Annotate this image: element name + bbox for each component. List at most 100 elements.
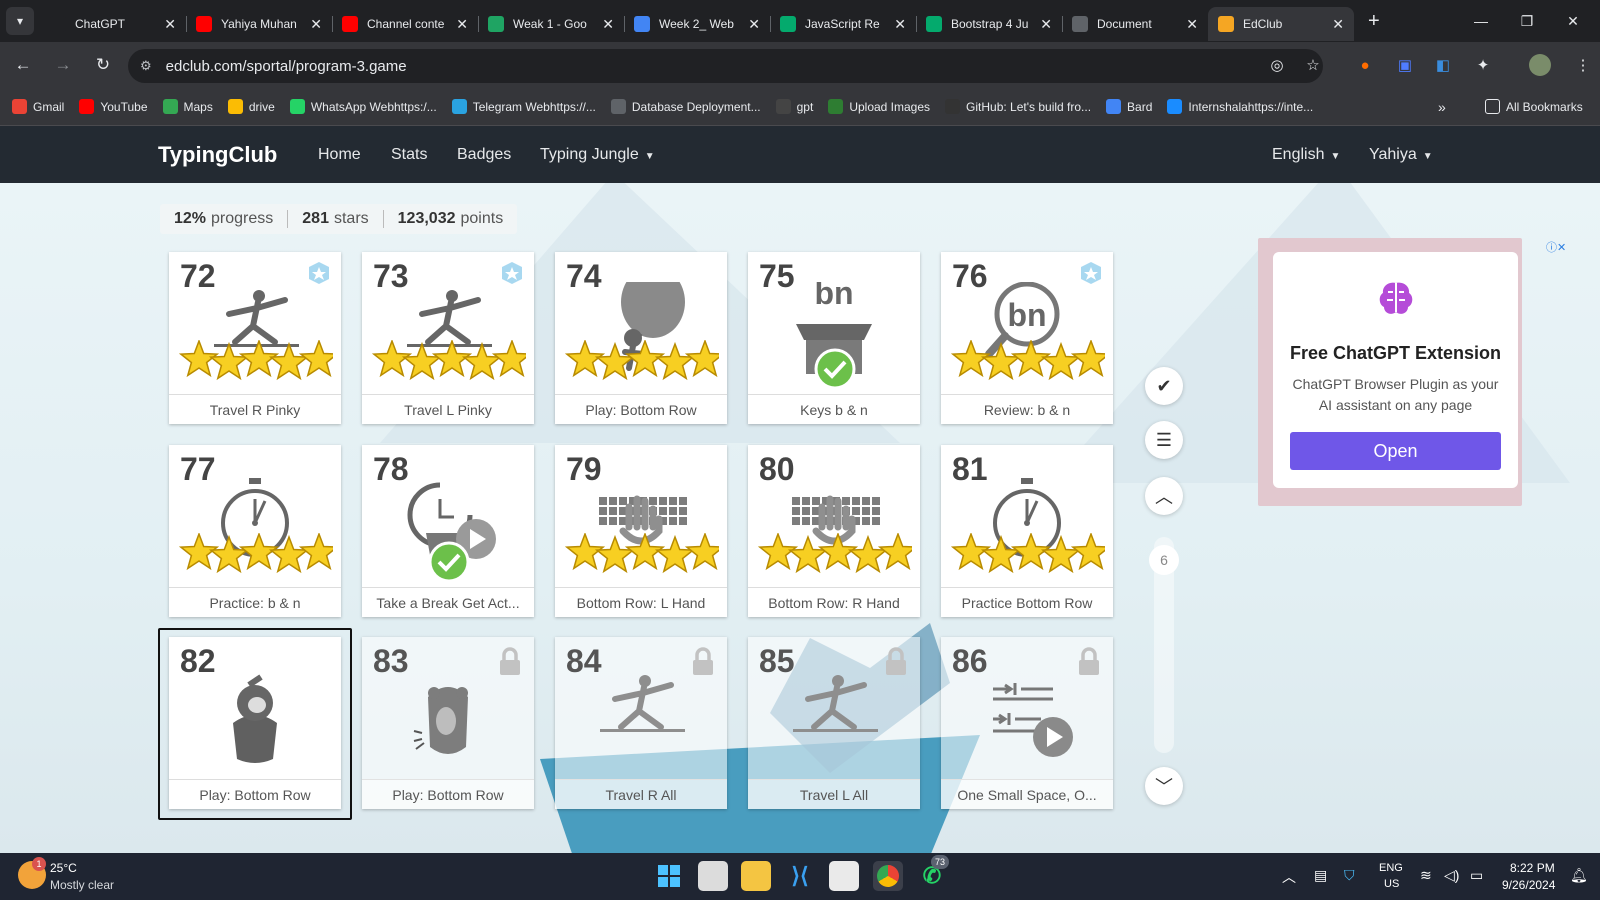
language-dropdown[interactable]: English ▼ xyxy=(1272,146,1340,164)
security-shield-icon[interactable]: ⛉ xyxy=(1344,867,1355,884)
network-icon[interactable]: ▤ xyxy=(1314,867,1327,884)
lesson-card-86[interactable]: 86 One Small Space, O... xyxy=(941,637,1113,809)
bookmark-item[interactable]: Internshalahttps://inte... xyxy=(1167,99,1313,114)
star-rating xyxy=(757,533,912,574)
user-menu[interactable]: Yahiya ▼ xyxy=(1369,146,1433,164)
tab-search-button[interactable]: ▾ xyxy=(6,7,34,35)
start-button[interactable] xyxy=(654,861,684,891)
bookmark-item[interactable]: gpt xyxy=(775,99,813,114)
file-explorer-icon[interactable] xyxy=(741,861,771,891)
ad-close-icon[interactable]: ⓘ✕ xyxy=(1546,239,1566,255)
site-logo[interactable]: TypingClub xyxy=(158,142,277,168)
bookmark-label: Gmail xyxy=(33,99,65,114)
lesson-card-72[interactable]: 72 Travel R Pinky xyxy=(169,252,341,424)
lesson-card-80[interactable]: 80 Bottom Row: R Hand xyxy=(748,445,920,617)
ad-card[interactable]: Free ChatGPT Extension ChatGPT Browser P… xyxy=(1273,252,1518,488)
chrome-icon[interactable] xyxy=(873,861,903,891)
ad-open-button[interactable]: Open xyxy=(1290,432,1501,470)
browser-tab[interactable]: Weak 1 - Goo ✕ xyxy=(478,7,624,41)
bookmark-item[interactable]: Telegram Webhttps://... xyxy=(451,99,596,114)
browser-tab[interactable]: EdClub ✕ xyxy=(1208,7,1354,41)
store-icon[interactable] xyxy=(829,861,859,891)
back-button[interactable]: ← xyxy=(6,48,40,82)
address-bar[interactable]: ⚙ edclub.com/sportal/program-3.game xyxy=(128,49,1323,83)
close-tab-icon[interactable]: ✕ xyxy=(1186,16,1198,33)
vscode-icon[interactable]: ⟩⟨ xyxy=(785,861,815,891)
lesson-card-77[interactable]: 77 Practice: b & n xyxy=(169,445,341,617)
notification-bell-icon[interactable]: 🔔︎ xyxy=(1570,867,1588,884)
nav-home[interactable]: Home xyxy=(318,146,361,164)
menu-button[interactable]: ☰ xyxy=(1145,421,1183,459)
lesson-card-76[interactable]: bn 76 Review: b & n xyxy=(941,252,1113,424)
close-tab-icon[interactable]: ✕ xyxy=(1040,16,1052,33)
clock-date[interactable]: 9/26/2024 xyxy=(1502,878,1555,892)
task-view-icon[interactable] xyxy=(698,861,728,891)
bookmark-item[interactable]: Gmail xyxy=(12,99,64,114)
lesson-label: Practice: b & n xyxy=(169,587,341,617)
close-tab-icon[interactable]: ✕ xyxy=(456,16,468,33)
close-tab-icon[interactable]: ✕ xyxy=(748,16,760,33)
scroll-up-button[interactable]: ︿ xyxy=(1145,477,1183,515)
lesson-card-74[interactable]: 74 Play: Bottom Row xyxy=(555,252,727,424)
more-bookmarks-icon[interactable]: » xyxy=(1438,99,1446,115)
battery-icon[interactable]: ▭ xyxy=(1470,867,1483,884)
browser-tab[interactable]: Week 2_ Web ✕ xyxy=(624,7,770,41)
bookmark-item[interactable]: Bard xyxy=(1106,99,1152,114)
close-tab-icon[interactable]: ✕ xyxy=(164,16,176,33)
lesson-card-84[interactable]: 84 Travel R All xyxy=(555,637,727,809)
nav-typing-jungle[interactable]: Typing Jungle ▼ xyxy=(540,146,655,164)
site-settings-icon[interactable]: ⚙ xyxy=(140,58,152,74)
bookmark-item[interactable]: Upload Images xyxy=(828,99,930,114)
bookmark-item[interactable]: YouTube xyxy=(79,99,148,114)
kebab-menu-icon[interactable]: ⋮ xyxy=(1568,50,1598,80)
lesson-card-81[interactable]: 81 Practice Bottom Row xyxy=(941,445,1113,617)
forward-button[interactable]: → xyxy=(46,48,80,82)
lesson-card-79[interactable]: 79 Bottom Row: L Hand xyxy=(555,445,727,617)
scroll-down-button[interactable]: ﹀ xyxy=(1145,767,1183,805)
restore-button[interactable]: ❐ xyxy=(1504,0,1550,42)
clock-time[interactable]: 8:22 PM xyxy=(1510,861,1555,875)
profile-avatar[interactable] xyxy=(1525,50,1555,80)
close-tab-icon[interactable]: ✕ xyxy=(1332,16,1344,33)
language-bottom[interactable]: US xyxy=(1384,878,1399,890)
volume-icon[interactable]: ◁) xyxy=(1444,867,1459,884)
extensions-puzzle-icon[interactable]: ✦ xyxy=(1468,50,1498,80)
bookmark-item[interactable]: drive xyxy=(227,99,275,114)
all-bookmarks-button[interactable]: All Bookmarks xyxy=(1485,99,1583,114)
bookmark-star-icon[interactable]: ☆ xyxy=(1298,50,1328,80)
bookmark-item[interactable]: WhatsApp Webhttps:/... xyxy=(289,99,437,114)
extension-icon[interactable]: ● xyxy=(1350,50,1380,80)
wifi-icon[interactable]: ≋ xyxy=(1420,867,1432,884)
lesson-card-73[interactable]: 73 Travel L Pinky xyxy=(362,252,534,424)
language-top[interactable]: ENG xyxy=(1379,862,1403,874)
reload-button[interactable]: ↻ xyxy=(86,48,120,82)
extension-icon[interactable]: ▣ xyxy=(1390,50,1420,80)
close-window-button[interactable]: ✕ xyxy=(1550,0,1596,42)
bookmark-item[interactable]: Database Deployment... xyxy=(610,99,761,114)
bookmark-item[interactable]: Maps xyxy=(162,99,213,114)
browser-tab[interactable]: Channel conte ✕ xyxy=(332,7,478,41)
lesson-card-85[interactable]: 85 Travel L All xyxy=(748,637,920,809)
browser-tab[interactable]: JavaScript Re ✕ xyxy=(770,7,916,41)
browser-tab[interactable]: Document ✕ xyxy=(1062,7,1208,41)
extension-icon[interactable]: ◧ xyxy=(1428,50,1458,80)
show-hidden-icons[interactable]: ︿ xyxy=(1282,867,1296,887)
close-tab-icon[interactable]: ✕ xyxy=(894,16,906,33)
eye-off-icon[interactable]: ◎ xyxy=(1262,50,1292,80)
minimize-button[interactable]: — xyxy=(1458,0,1504,42)
browser-tab[interactable]: Yahiya Muhan ✕ xyxy=(186,7,332,41)
nav-stats[interactable]: Stats xyxy=(391,146,427,164)
browser-tab[interactable]: ChatGPT ✕ xyxy=(40,7,186,41)
new-tab-button[interactable]: + xyxy=(1368,10,1380,33)
level-scroll-thumb[interactable]: 6 xyxy=(1149,545,1179,575)
tab-strip: ▾ ChatGPT ✕ Yahiya Muhan ✕ Channel conte ✕ Wea… xyxy=(0,0,1600,42)
progress-check-button[interactable]: ✔ xyxy=(1145,367,1183,405)
nav-badges[interactable]: Badges xyxy=(457,146,511,164)
close-tab-icon[interactable]: ✕ xyxy=(310,16,322,33)
lesson-card-83[interactable]: 83 Play: Bottom Row xyxy=(362,637,534,809)
lesson-card-78[interactable]: 78 Take a Break Get Act... xyxy=(362,445,534,617)
browser-tab[interactable]: Bootstrap 4 Ju ✕ xyxy=(916,7,1062,41)
lesson-card-75[interactable]: bn 75 Keys b & n xyxy=(748,252,920,424)
close-tab-icon[interactable]: ✕ xyxy=(602,16,614,33)
bookmark-item[interactable]: GitHub: Let's build fro... xyxy=(945,99,1091,114)
